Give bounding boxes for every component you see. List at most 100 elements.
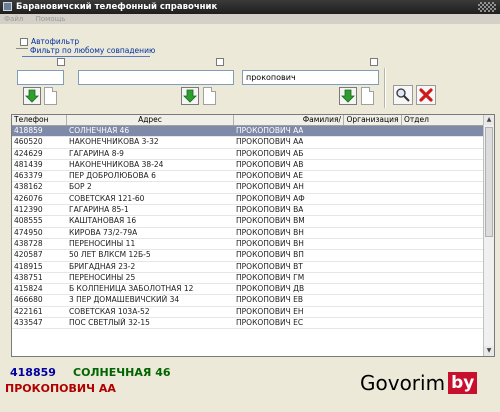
cell-surname: ПРОКОПОВИЧ ЕС (236, 318, 304, 328)
divider (22, 56, 150, 57)
table-row[interactable]: 418915 БРИГАДНАЯ 23-2 ПРОКОПОВИЧ ВТ (12, 262, 484, 273)
clear-all-button[interactable] (416, 85, 436, 105)
cell-phone: 418915 (14, 261, 43, 271)
cell-surname: ПРОКОПОВИЧ ВМ (236, 216, 305, 226)
table-row[interactable]: 474950 КИРОВА 73/2-79А ПРОКОПОВИЧ ВН (12, 228, 484, 239)
column-header-department[interactable]: Отдел (402, 115, 484, 125)
cell-surname: ПРОКОПОВИЧ ЕН (236, 306, 304, 316)
table-row[interactable]: 426076 СОВЕТСКАЯ 121-60 ПРОКОПОВИЧ АФ (12, 193, 484, 206)
cell-surname: ПРОКОПОВИЧ АА (236, 126, 304, 135)
apply-surname-filter-button[interactable] (339, 87, 357, 105)
column-header-label: Организация (346, 115, 399, 124)
table-row[interactable]: 422161 СОВЕТСКАЯ 103А-52 ПРОКОПОВИЧ ЕН (12, 306, 484, 319)
any-match-filter-label[interactable]: Фильтр по любому совпадению (30, 46, 155, 55)
table-row[interactable]: 438751 ПЕРЕНОСИНЫ 25 ПРОКОПОВИЧ ГМ (12, 272, 484, 285)
table-row[interactable]: 438162 БОР 2 ПРОКОПОВИЧ АН (12, 182, 484, 194)
cell-surname: ПРОКОПОВИЧ ГМ (236, 272, 305, 282)
cell-phone: 438162 (14, 182, 43, 192)
cell-surname: ПРОКОПОВИЧ ДВ (236, 284, 305, 294)
table-row[interactable]: 415824 Б КОЛПЕНИЦА ЗАБОЛОТНАЯ 12 ПРОКОПОВИ… (12, 284, 484, 296)
cell-address: КАШТАНОВАЯ 16 (69, 216, 137, 226)
vertical-scrollbar[interactable]: ▲ ▼ (483, 115, 494, 356)
surname-filter-input[interactable]: прокопович (242, 70, 379, 85)
cell-surname: ПРОКОПОВИЧ АН (236, 182, 304, 192)
cell-phone: 463379 (14, 171, 43, 181)
search-icon (396, 88, 410, 102)
column-header-label: Адрес (138, 115, 162, 124)
green-down-arrow-icon (25, 89, 39, 103)
table-row[interactable]: 460520 НАКОНЕЧНИКОВА 3-32 ПРОКОПОВИЧ АА (12, 137, 484, 149)
cell-phone: 420587 (14, 250, 43, 260)
cell-phone: 418859 (14, 126, 43, 135)
cell-surname: ПРОКОПОВИЧ ЕВ (236, 295, 304, 305)
table-row[interactable]: 433547 ПОС СВЕТЛЫЙ 32-15 ПРОКОПОВИЧ ЕС (12, 318, 484, 330)
table-row[interactable]: 463379 ПЕР ДОБРОЛЮБОВА 6 ПРОКОПОВИЧ АЕ (12, 171, 484, 183)
cell-address: СОЛНЕЧНАЯ 46 (69, 126, 130, 135)
cell-address: БРИГАДНАЯ 23-2 (69, 261, 136, 271)
divider (16, 48, 28, 49)
address-filter-checkbox[interactable] (216, 58, 224, 66)
cell-phone: 408555 (14, 216, 43, 226)
logo-text: Govorim (360, 371, 446, 395)
address-filter-input[interactable] (78, 70, 234, 85)
menu-help[interactable]: Помощь (36, 15, 66, 23)
cell-address: 50 ЛЕТ ВЛКСМ 12Б-5 (69, 250, 151, 260)
cell-surname: ПРОКОПОВИЧ ВТ (236, 261, 303, 271)
scroll-down-icon[interactable]: ▼ (484, 346, 494, 356)
column-header-surname[interactable]: Фамилия/ (234, 115, 344, 125)
cell-phone: 466680 (14, 295, 43, 305)
results-table[interactable]: Телефон Адрес Фамилия/ Организация Отдел… (11, 114, 495, 357)
menu-bar: Файл Помощь (0, 14, 500, 24)
surname-filter-checkbox[interactable] (370, 58, 378, 66)
clear-surname-filter-button[interactable] (361, 87, 374, 105)
cell-phone: 415824 (14, 284, 43, 294)
cell-phone: 422161 (14, 306, 43, 316)
cell-phone: 438728 (14, 238, 43, 248)
cell-phone: 474950 (14, 227, 43, 237)
apply-phone-filter-button[interactable] (23, 87, 41, 105)
table-row[interactable]: 424629 ГАГАРИНА 8-9 ПРОКОПОВИЧ АБ (12, 149, 484, 160)
phone-filter-checkbox[interactable] (57, 58, 65, 66)
table-row[interactable]: 481439 НАКОНЕЧНИКОВА 38-24 ПРОКОПОВИЧ АВ (12, 159, 484, 172)
table-row[interactable]: 408555 КАШТАНОВАЯ 16 ПРОКОПОВИЧ ВМ (12, 216, 484, 228)
scroll-up-icon[interactable]: ▲ (484, 115, 494, 125)
cell-phone: 433547 (14, 318, 43, 328)
table-row[interactable]: 418859 СОЛНЕЧНАЯ 46 ПРОКОПОВИЧ АА (12, 126, 484, 138)
app-icon (3, 2, 12, 11)
cell-address: ПЕР ДОБРОЛЮБОВА 6 (69, 171, 156, 181)
cell-phone: 481439 (14, 159, 43, 169)
cell-address: ПЕРЕНОСИНЫ 25 (69, 272, 136, 282)
clear-phone-filter-button[interactable] (44, 87, 57, 105)
window-title: Барановичский телефонный справочник (16, 2, 218, 12)
column-header-phone[interactable]: Телефон (12, 115, 67, 125)
table-row[interactable]: 412390 ГАГАРИНА 85-1 ПРОКОПОВИЧ ВА (12, 205, 484, 217)
phone-filter-input[interactable] (17, 70, 64, 85)
window-controls[interactable] (478, 2, 496, 12)
selected-phone: 418859 (10, 366, 56, 379)
column-header-label: Телефон (14, 115, 49, 124)
green-down-arrow-icon (341, 89, 355, 103)
cell-address: СОВЕТСКАЯ 121-60 (69, 193, 145, 203)
cell-address: Б КОЛПЕНИЦА ЗАБОЛОТНАЯ 12 (69, 284, 194, 294)
column-header-organization[interactable]: Организация (344, 115, 402, 125)
selected-name: ПРОКОПОВИЧ АА (5, 382, 116, 395)
table-row[interactable]: 466680 3 ПЕР ДОМАШЕВИЧСКИЙ 34 ПРОКОПОВИЧ Е… (12, 295, 484, 307)
close-icon (419, 88, 433, 102)
menu-file[interactable]: Файл (4, 15, 23, 23)
column-header-address[interactable]: Адрес (67, 115, 234, 125)
column-header-label: Фамилия/ (302, 115, 341, 124)
cell-phone: 460520 (14, 137, 43, 147)
cell-address: 3 ПЕР ДОМАШЕВИЧСКИЙ 34 (69, 295, 180, 305)
apply-address-filter-button[interactable] (181, 87, 199, 105)
cell-surname: ПРОКОПОВИЧ ВП (236, 250, 304, 260)
search-button[interactable] (393, 85, 413, 105)
scroll-thumb[interactable] (485, 127, 493, 237)
toolbar-divider (384, 68, 386, 108)
table-row[interactable]: 438728 ПЕРЕНОСИНЫ 11 ПРОКОПОВИЧ ВН (12, 238, 484, 251)
table-row[interactable]: 420587 50 ЛЕТ ВЛКСМ 12Б-5 ПРОКОПОВИЧ ВП (12, 250, 484, 262)
autofilter-label: Автофильтр (31, 37, 80, 46)
cell-address: ПЕРЕНОСИНЫ 11 (69, 238, 136, 248)
clear-address-filter-button[interactable] (203, 87, 216, 105)
autofilter-checkbox[interactable] (20, 38, 28, 46)
cell-address: ПОС СВЕТЛЫЙ 32-15 (69, 318, 150, 328)
